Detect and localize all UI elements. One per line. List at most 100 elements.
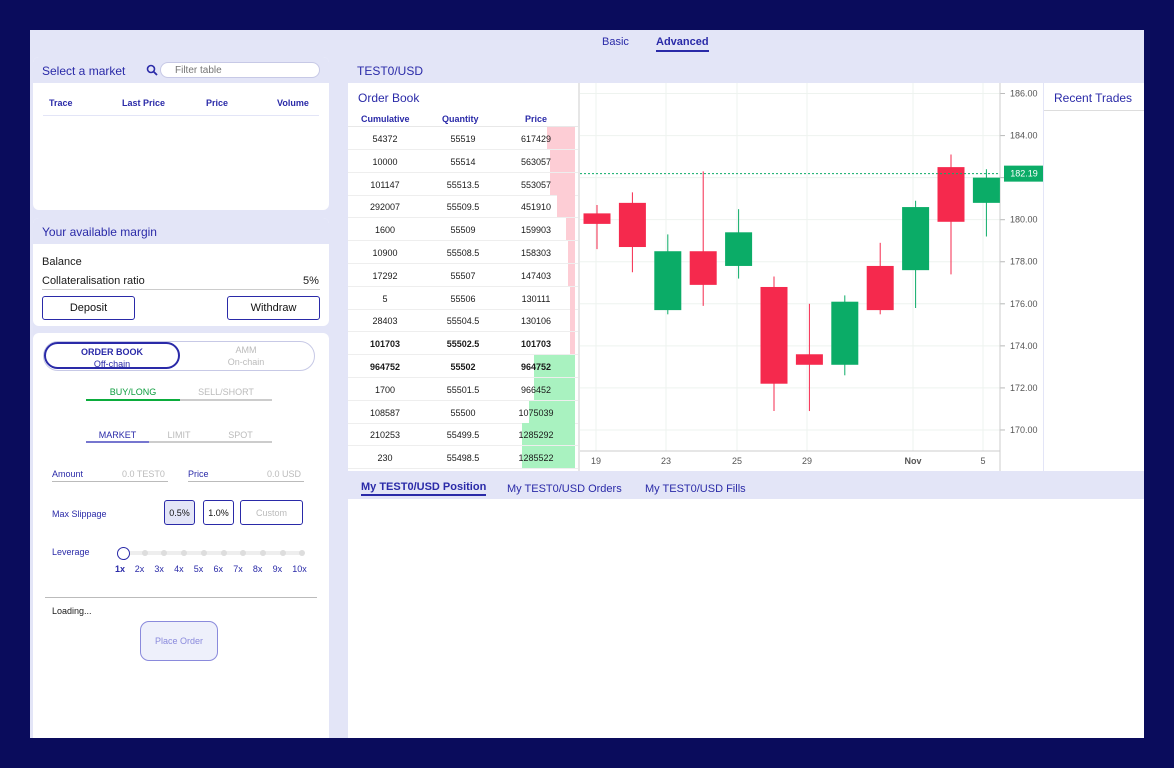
leverage-option[interactable]: 1x (115, 564, 125, 574)
leverage-option[interactable]: 4x (174, 564, 184, 574)
leverage-stop[interactable] (200, 550, 207, 556)
price-input[interactable]: 0.0 USD (267, 469, 301, 479)
market-title: TEST0/USD (357, 64, 424, 78)
bid-row[interactable]: 964752 55502 964752 (348, 355, 578, 378)
ask-row[interactable]: 101703 55502.5 101703 (348, 332, 578, 356)
leverage-option[interactable]: 10x (292, 564, 307, 574)
recent-trades-panel: Recent Trades (1044, 83, 1144, 471)
divider (43, 115, 319, 116)
ob-cumulative: 5 (382, 293, 388, 304)
leverage-stop[interactable] (299, 550, 306, 556)
price-underline (188, 481, 304, 482)
type-limit-tab[interactable]: LIMIT (149, 430, 209, 440)
depth-bar (570, 332, 575, 355)
ask-row[interactable]: 17292 55507 147403 (348, 263, 578, 287)
leverage-option[interactable]: 9x (273, 564, 283, 574)
type-market-tab[interactable]: MARKET (86, 430, 149, 440)
y-tick-label: 178.00 (1010, 257, 1038, 267)
tab-advanced[interactable]: Advanced (656, 36, 709, 52)
ob-price: 553057 (520, 179, 552, 190)
leverage-option[interactable]: 3x (154, 564, 164, 574)
ob-cumulative: 10900 (372, 248, 398, 258)
order-book-title: Order Book (358, 91, 420, 105)
amount-label: Amount (52, 469, 84, 479)
market-select-header: Select a market (33, 57, 329, 83)
place-order-button[interactable]: Place Order (140, 621, 218, 661)
x-tick-label: 23 (661, 456, 671, 466)
type-spot-tab[interactable]: SPOT (209, 430, 272, 440)
ask-row[interactable]: 101147 55513.5 553057 (348, 172, 578, 196)
venue-orderbook-option[interactable]: ORDER BOOK Off-chain (44, 342, 180, 369)
bid-row[interactable]: 1700 55501.5 966452 (348, 377, 578, 401)
candle-down (760, 286, 788, 384)
side-sell-tab[interactable]: SELL/SHORT (180, 387, 272, 397)
leverage-stop[interactable] (181, 550, 188, 556)
venue-toggle[interactable]: ORDER BOOK Off-chain AMM On-chain (43, 341, 315, 371)
venue-amm-sub: On-chain (227, 357, 265, 367)
bid-row[interactable]: 230 55498.5 1285522 (348, 446, 578, 470)
venue-amm-label[interactable]: AMM (178, 345, 314, 355)
tab-position[interactable]: My TEST0/USD Position (361, 481, 487, 496)
slippage-label: Max Slippage (52, 509, 107, 519)
ask-row[interactable]: 1600 55509 159903 (348, 218, 578, 242)
ask-row[interactable]: 292007 55509.5 451910 (348, 195, 578, 219)
deposit-button[interactable]: Deposit (42, 296, 135, 320)
leverage-stop[interactable] (220, 550, 227, 556)
candle-up (654, 251, 682, 311)
leverage-slider-handle[interactable] (117, 547, 130, 560)
margin-header: Your available margin (33, 218, 329, 244)
candle-down (795, 354, 823, 365)
bid-row[interactable]: 210253 55499.5 1285292 (348, 423, 578, 447)
price-chart[interactable]: 186.00184.00182.00180.00178.00176.00174.… (578, 83, 1044, 471)
ob-quantity: 55502 (450, 362, 476, 372)
balance-label: Balance (42, 256, 82, 268)
tab-orders[interactable]: My TEST0/USD Orders (507, 483, 622, 495)
ob-quantity: 55498.5 (446, 453, 480, 464)
ask-row[interactable]: 54372 55519 617429 (348, 127, 578, 150)
ask-row[interactable]: 10900 55508.5 158303 (348, 241, 578, 264)
withdraw-button[interactable]: Withdraw (227, 296, 320, 320)
ob-quantity: 55509 (450, 225, 476, 236)
ask-row[interactable]: 10000 55514 563057 (348, 149, 578, 173)
leverage-option[interactable]: 2x (135, 564, 145, 574)
app-window: Basic Advanced Select a market Trace Las… (30, 30, 1144, 738)
ob-cumulative: 210253 (369, 430, 401, 441)
leverage-stop[interactable] (259, 550, 266, 556)
price-chart-panel[interactable]: 186.00184.00182.00180.00178.00176.00174.… (578, 83, 1044, 471)
market-search-input[interactable] (175, 64, 315, 76)
ob-quantity: 55509.5 (446, 202, 480, 213)
ob-price: 966452 (520, 384, 552, 395)
candle-up (972, 177, 1000, 203)
col-last-price: Last Price (122, 98, 166, 108)
leverage-option[interactable]: 8x (253, 564, 263, 574)
candle-up (902, 207, 930, 271)
ob-quantity: 55506 (450, 293, 476, 304)
ob-cumulative: 292007 (369, 202, 401, 213)
ob-quantity: 55508.5 (446, 248, 480, 258)
tab-fills[interactable]: My TEST0/USD Fills (645, 483, 746, 495)
leverage-option[interactable]: 7x (233, 564, 243, 574)
recent-trades-title: Recent Trades (1054, 91, 1133, 105)
ob-cumulative: 101703 (369, 339, 401, 350)
amount-input[interactable]: 0.0 TEST0 (122, 469, 165, 479)
bid-row[interactable]: 108587 55500 1075039 (348, 400, 578, 424)
side-buy-tab[interactable]: BUY/LONG (86, 387, 180, 397)
ask-row[interactable]: 5 55506 130111 (348, 286, 578, 310)
ask-row[interactable]: 28403 55504.5 130106 (348, 309, 578, 333)
leverage-slider-track[interactable] (123, 551, 302, 555)
leverage-stop[interactable] (279, 550, 286, 556)
side-buy-underline (86, 399, 180, 401)
slippage-custom-input[interactable]: Custom (240, 500, 303, 525)
slippage-0-5-button[interactable]: 0.5% (164, 500, 195, 525)
leverage-option[interactable]: 5x (194, 564, 204, 574)
leverage-option[interactable]: 6x (214, 564, 224, 574)
tab-basic[interactable]: Basic (602, 36, 629, 48)
slippage-1-0-button[interactable]: 1.0% (203, 500, 234, 525)
leverage-stop[interactable] (240, 550, 247, 556)
candle-up (725, 232, 753, 266)
ob-price: 130106 (520, 316, 552, 327)
leverage-stop[interactable] (141, 550, 148, 556)
leverage-stop[interactable] (161, 550, 168, 556)
market-search[interactable] (146, 62, 320, 78)
market-select-card: Select a market Trace Last Price Price V… (33, 57, 329, 210)
